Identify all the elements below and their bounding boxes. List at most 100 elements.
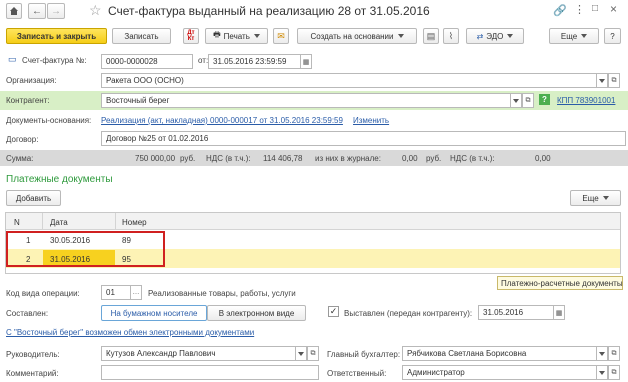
arrow-right-icon: → — [51, 5, 61, 17]
forward-button[interactable]: → — [47, 3, 65, 19]
dt-kt-icon: Дт Кт — [187, 30, 195, 42]
add-payment-button[interactable]: Добавить — [6, 190, 61, 206]
accountant-field[interactable]: Рябчикова Светлана Борисовна — [402, 346, 597, 361]
head-dropdown[interactable] — [295, 346, 307, 361]
accountant-dropdown[interactable] — [596, 346, 608, 361]
printer-icon: 🖶 — [213, 30, 221, 39]
home-button[interactable] — [6, 3, 22, 19]
responsible-open-button[interactable]: ⧉ — [608, 365, 620, 380]
responsible-field[interactable]: Администратор — [402, 365, 597, 380]
vat-value: 114 406,78 — [263, 154, 303, 163]
contractor-field[interactable]: Восточный берег — [101, 93, 511, 108]
head-label: Руководитель: — [6, 350, 60, 359]
envelope-icon: ✉ — [277, 30, 285, 41]
edo-icon: ⇄ — [476, 31, 484, 41]
chevron-down-icon — [602, 196, 609, 200]
from-label: от: — [198, 56, 209, 65]
chevron-down-icon — [507, 34, 514, 38]
more-button[interactable]: Еще — [549, 28, 599, 44]
head-open-button[interactable]: ⧉ — [307, 346, 319, 361]
document-icon: ▭ — [8, 54, 17, 64]
organization-label: Организация: — [6, 76, 57, 85]
column-header-n[interactable]: N — [14, 218, 20, 227]
menu-dots-icon[interactable]: ⋮ — [574, 3, 585, 16]
payments-title: Платежные документы — [6, 174, 113, 185]
sum-currency: руб. — [180, 154, 196, 163]
change-basis-link[interactable]: Изменить — [353, 116, 389, 125]
print-button[interactable]: 🖶 Печать — [205, 28, 268, 44]
vat-label-2: НДС (в т.ч.): — [450, 154, 495, 163]
report-icon: ▤ — [426, 30, 436, 41]
print-label: Печать — [223, 31, 250, 41]
operation-code-field[interactable]: 01 — [101, 285, 131, 300]
highlight-frame — [6, 231, 165, 267]
save-and-close-button[interactable]: Записать и закрыть — [6, 28, 107, 44]
chevron-down-icon — [397, 34, 404, 38]
sum-bar — [0, 150, 628, 166]
basis-document-link[interactable]: Реализация (акт, накладная) 0000-000017 … — [101, 116, 343, 125]
operation-code-select-button[interactable]: … — [130, 285, 142, 300]
chevron-down-icon — [599, 351, 605, 356]
save-button[interactable]: Записать — [112, 28, 171, 44]
basis-documents-label: Документы-основания: — [6, 116, 92, 125]
chevron-down-icon — [513, 98, 519, 103]
attachment-button[interactable]: ⌇ — [443, 28, 459, 44]
responsible-dropdown[interactable] — [596, 365, 608, 380]
maximize-icon[interactable]: □ — [592, 3, 598, 14]
help-button[interactable]: ? — [604, 28, 621, 44]
accountant-label: Главный бухгалтер: — [327, 350, 401, 359]
home-icon — [10, 7, 18, 15]
open-icon: ⧉ — [310, 349, 316, 357]
kpp-link[interactable]: КПП 783901001 — [557, 96, 615, 105]
chevron-down-icon — [298, 351, 304, 356]
comment-field[interactable] — [101, 365, 319, 380]
journal-label: из них в журнале: — [315, 154, 381, 163]
contractor-open-button[interactable]: ⧉ — [522, 93, 534, 108]
accountant-open-button[interactable]: ⧉ — [608, 346, 620, 361]
back-button[interactable]: ← — [28, 3, 46, 19]
report-button[interactable]: ▤ — [423, 28, 439, 44]
electronic-option-button[interactable]: В электронном виде — [207, 305, 306, 321]
sum-value: 750 000,00 — [135, 154, 176, 163]
chevron-down-icon — [599, 78, 605, 83]
paper-option-button[interactable]: На бумажном носителе — [101, 305, 207, 321]
organization-dropdown[interactable] — [596, 73, 608, 88]
create-based-button[interactable]: Создать на основании — [297, 28, 417, 44]
comment-label: Комментарий: — [6, 369, 59, 378]
chevron-down-icon — [599, 370, 605, 375]
issued-date-field[interactable]: 31.05.2016 — [478, 305, 554, 320]
operation-code-label: Код вида операции: — [6, 289, 80, 298]
favorite-star-icon[interactable]: ☆ — [89, 2, 102, 19]
contract-field[interactable]: Договор №25 от 01.02.2016 — [101, 131, 626, 146]
edo-button[interactable]: ⇄ ЭДО — [466, 28, 524, 44]
sum-label: Сумма: — [6, 154, 34, 163]
edo-exchange-link[interactable]: С "Восточный берег" возможен обмен элект… — [6, 328, 254, 337]
question-icon[interactable]: ? — [539, 94, 550, 105]
column-header-number[interactable]: Номер — [122, 218, 147, 227]
chevron-down-icon — [253, 34, 260, 38]
invoice-number-field[interactable]: 0000-0000028 — [101, 54, 193, 69]
paperclip-icon: ⌇ — [448, 30, 454, 41]
issued-date-picker[interactable]: ▦ — [553, 305, 565, 320]
ellipsis-icon: … — [132, 289, 140, 296]
head-field[interactable]: Кутузов Александр Павлович — [101, 346, 296, 361]
close-icon[interactable]: × — [610, 2, 617, 16]
dt-kt-button[interactable]: Дт Кт — [183, 28, 199, 44]
composed-label: Составлен: — [6, 309, 49, 318]
edo-label: ЭДО — [486, 31, 504, 41]
open-icon: ⧉ — [611, 349, 617, 357]
link-icon[interactable]: 🔗 — [553, 4, 567, 17]
check-icon: ✓ — [329, 306, 338, 316]
more-label: Еще — [560, 31, 578, 41]
open-icon: ⧉ — [611, 368, 617, 376]
invoice-date-field[interactable]: 31.05.2016 23:59:59 — [208, 54, 301, 69]
issued-checkbox[interactable]: ✓ — [328, 306, 339, 317]
payments-more-button[interactable]: Еще — [570, 190, 621, 206]
operation-description: Реализованные товары, работы, услуги — [148, 289, 296, 298]
organization-open-button[interactable]: ⧉ — [608, 73, 620, 88]
column-header-date[interactable]: Дата — [50, 218, 68, 227]
organization-field[interactable]: Ракета ООО (ОСНО) — [101, 73, 597, 88]
date-picker-button[interactable]: ▦ — [300, 54, 312, 69]
email-button[interactable]: ✉ — [273, 28, 289, 44]
contractor-dropdown[interactable] — [510, 93, 522, 108]
